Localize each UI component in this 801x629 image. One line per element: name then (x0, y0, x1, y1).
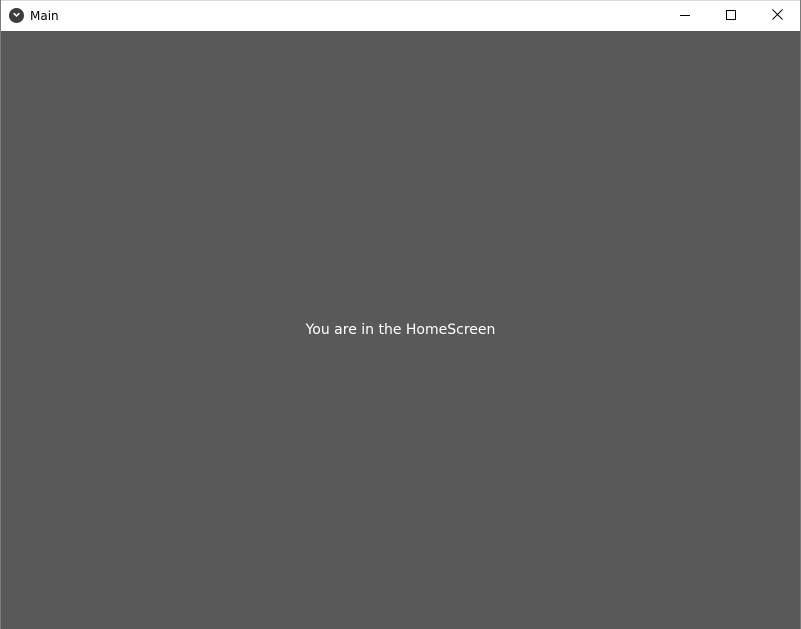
app-window: Main You are in the HomeScreen (0, 0, 801, 629)
close-icon (771, 7, 783, 25)
home-screen-label: You are in the HomeScreen (305, 322, 496, 338)
close-button[interactable] (754, 1, 800, 31)
title-bar[interactable]: Main (1, 0, 800, 31)
kivy-app-icon (9, 8, 24, 23)
maximize-button[interactable] (708, 1, 754, 31)
home-screen: You are in the HomeScreen (1, 31, 800, 629)
maximize-icon (726, 7, 736, 25)
window-title: Main (30, 9, 59, 23)
minimize-button[interactable] (662, 1, 708, 31)
minimize-icon (680, 7, 690, 25)
